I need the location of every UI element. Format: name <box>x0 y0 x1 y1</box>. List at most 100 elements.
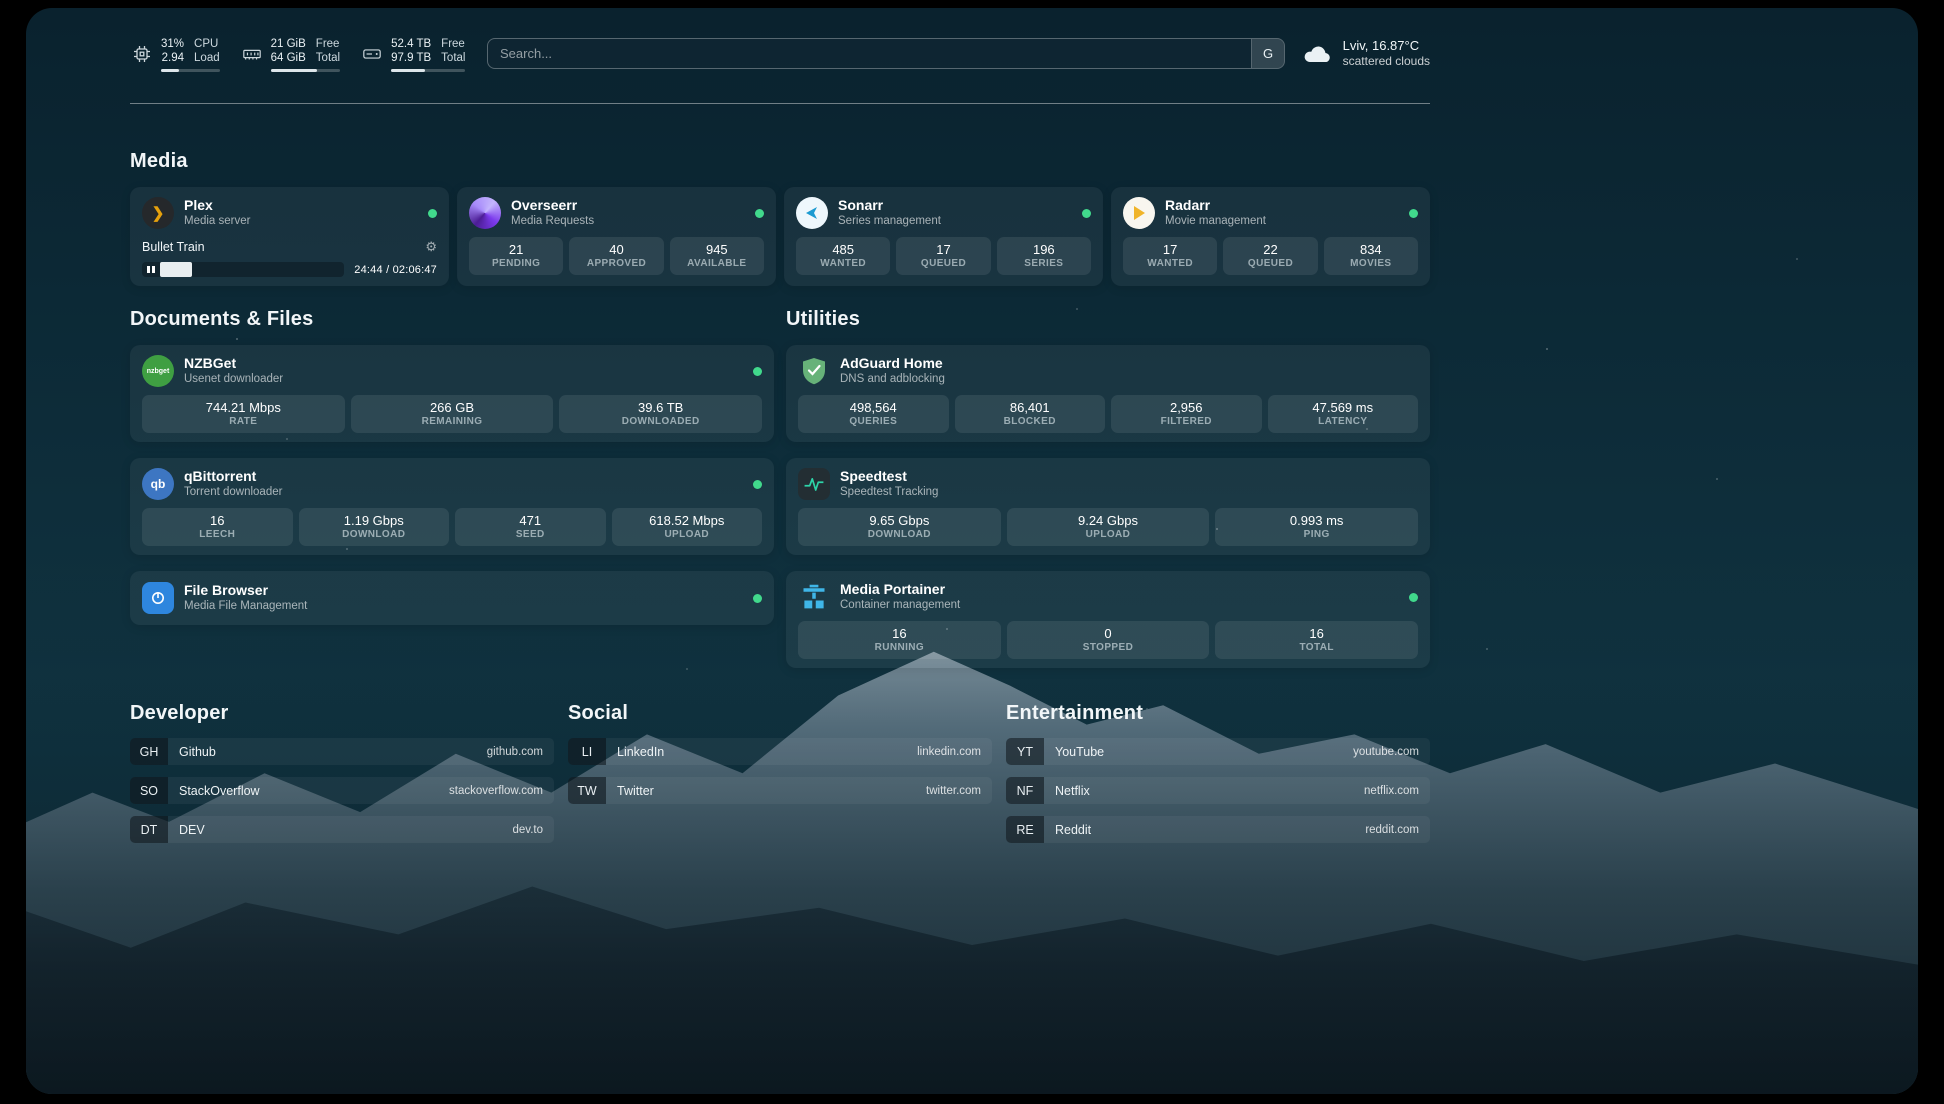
bookmark-twitter[interactable]: TW Twitter twitter.com <box>568 777 992 804</box>
stat-tile: 618.52 Mbps UPLOAD <box>612 508 763 546</box>
stat-tile: 945 AVAILABLE <box>670 237 764 275</box>
service-card-overseerr[interactable]: Overseerr Media Requests 21 PENDING 40 A… <box>457 187 776 286</box>
cloud-icon <box>1301 42 1333 66</box>
service-subtitle: Speedtest Tracking <box>840 486 938 499</box>
cpu-stat: 31% 2.94 CPU Load <box>132 38 220 72</box>
service-card-filebrowser[interactable]: File Browser Media File Management <box>130 571 774 625</box>
playback-time: 24:44 / 02:06:47 <box>354 264 437 276</box>
service-name: Radarr <box>1165 198 1266 213</box>
plex-icon: ❯ <box>142 197 174 229</box>
playback-progress-bar[interactable] <box>142 262 344 277</box>
service-name: AdGuard Home <box>840 356 945 371</box>
service-card-qbittorrent[interactable]: qb qBittorrent Torrent downloader 16 LEE… <box>130 458 774 555</box>
bookmark-linkedin[interactable]: LI LinkedIn linkedin.com <box>568 738 992 765</box>
bookmark-youtube[interactable]: YT YouTube youtube.com <box>1006 738 1430 765</box>
search-bar: G <box>487 38 1285 69</box>
status-dot <box>1409 593 1418 602</box>
system-stats: 31% 2.94 CPU Load <box>132 38 465 72</box>
memory-stat: 21 GiB 64 GiB Free Total <box>242 38 340 72</box>
cpu-labels: CPU Load <box>194 38 220 65</box>
service-card-radarr[interactable]: Radarr Movie management 17 WANTED 22 QUE… <box>1111 187 1430 286</box>
section-title-developer: Developer <box>130 702 554 725</box>
bookmark-name: Netflix <box>1055 784 1090 798</box>
stat-tile: 0.993 ms PING <box>1215 508 1418 546</box>
service-card-plex[interactable]: ❯ Plex Media server Bullet Train ⚙ <box>130 187 449 286</box>
service-subtitle: Media Requests <box>511 215 594 228</box>
radarr-icon <box>1123 197 1155 229</box>
bookmark-name: Github <box>179 745 216 759</box>
status-dot <box>1409 209 1418 218</box>
service-name: Plex <box>184 198 250 213</box>
bookmark-abbr: RE <box>1006 816 1044 843</box>
memory-icon <box>242 44 262 64</box>
now-playing-title: Bullet Train <box>142 240 205 254</box>
memory-usage-bar <box>271 69 340 72</box>
service-card-nzbget[interactable]: nzbget NZBGet Usenet downloader 744.21 M… <box>130 345 774 442</box>
bookmark-name: DEV <box>179 823 205 837</box>
bookmark-stackoverflow[interactable]: SO StackOverflow stackoverflow.com <box>130 777 554 804</box>
mountain-near-ridge <box>26 828 1918 1094</box>
bookmarks-social: Social LI LinkedIn linkedin.com TW Twitt… <box>568 702 992 855</box>
snow-specks <box>26 8 28 10</box>
bookmark-url: reddit.com <box>1365 824 1430 836</box>
search-input[interactable] <box>488 39 1251 68</box>
stat-tile: 17 QUEUED <box>896 237 990 275</box>
bookmark-name: StackOverflow <box>179 784 260 798</box>
disk-total: 97.9 TB <box>391 52 431 66</box>
service-card-adguard[interactable]: AdGuard Home DNS and adblocking 498,564 … <box>786 345 1430 442</box>
service-card-sonarr[interactable]: Sonarr Series management 485 WANTED 17 Q… <box>784 187 1103 286</box>
stat-tile: 86,401 BLOCKED <box>955 395 1106 433</box>
service-card-speedtest[interactable]: Speedtest Speedtest Tracking 9.65 Gbps D… <box>786 458 1430 555</box>
bookmark-abbr: NF <box>1006 777 1044 804</box>
bookmark-name: LinkedIn <box>617 745 664 759</box>
stat-tile: 40 APPROVED <box>569 237 663 275</box>
bookmark-url: github.com <box>487 746 554 758</box>
bookmark-abbr: GH <box>130 738 168 765</box>
documents-column: nzbget NZBGet Usenet downloader 744.21 M… <box>130 345 774 625</box>
bookmark-abbr: DT <box>130 816 168 843</box>
bookmark-name: Reddit <box>1055 823 1091 837</box>
qbittorrent-icon: qb <box>142 468 174 500</box>
weather-location: Lviv, 16.87°C <box>1343 38 1430 54</box>
stat-tile: 47.569 ms LATENCY <box>1268 395 1419 433</box>
gear-icon[interactable]: ⚙ <box>425 239 437 255</box>
bookmarks-entertainment: Entertainment YT YouTube youtube.com NF … <box>1006 702 1430 855</box>
dashboard-screen: 31% 2.94 CPU Load <box>26 8 1918 1094</box>
bookmark-url: twitter.com <box>926 785 992 797</box>
section-title-social: Social <box>568 702 992 725</box>
topbar: 31% 2.94 CPU Load <box>130 36 1430 76</box>
stat-tile: 21 PENDING <box>469 237 563 275</box>
bookmark-dev[interactable]: DT DEV dev.to <box>130 816 554 843</box>
sonarr-icon <box>796 197 828 229</box>
bookmark-abbr: TW <box>568 777 606 804</box>
service-subtitle: Media server <box>184 215 250 228</box>
bookmark-url: dev.to <box>513 824 554 836</box>
service-name: Overseerr <box>511 198 594 213</box>
stat-tile: 266 GB REMAINING <box>351 395 554 433</box>
adguard-icon <box>798 355 830 387</box>
service-name: Speedtest <box>840 469 938 484</box>
bookmark-netflix[interactable]: NF Netflix netflix.com <box>1006 777 1430 804</box>
status-dot <box>1082 209 1091 218</box>
status-dot <box>755 209 764 218</box>
bookmark-reddit[interactable]: RE Reddit reddit.com <box>1006 816 1430 843</box>
weather-widget: Lviv, 16.87°C scattered clouds <box>1301 38 1430 69</box>
disk-free: 52.4 TB <box>391 38 431 52</box>
section-title-entertainment: Entertainment <box>1006 702 1430 725</box>
header-divider <box>130 103 1430 104</box>
service-subtitle: Series management <box>838 215 941 228</box>
cpu-values: 31% 2.94 <box>161 38 184 65</box>
bookmark-github[interactable]: GH Github github.com <box>130 738 554 765</box>
service-card-portainer[interactable]: Media Portainer Container management 16 … <box>786 571 1430 668</box>
status-dot <box>753 367 762 376</box>
bookmark-url: stackoverflow.com <box>449 785 554 797</box>
pause-icon[interactable] <box>142 266 160 273</box>
bookmark-name: Twitter <box>617 784 654 798</box>
service-subtitle: Movie management <box>1165 215 1266 228</box>
service-name: File Browser <box>184 583 307 598</box>
nzbget-icon: nzbget <box>142 355 174 387</box>
search-engine-button[interactable]: G <box>1251 39 1284 68</box>
status-dot <box>753 480 762 489</box>
section-title-utilities: Utilities <box>786 308 1430 331</box>
bookmark-url: youtube.com <box>1353 746 1430 758</box>
